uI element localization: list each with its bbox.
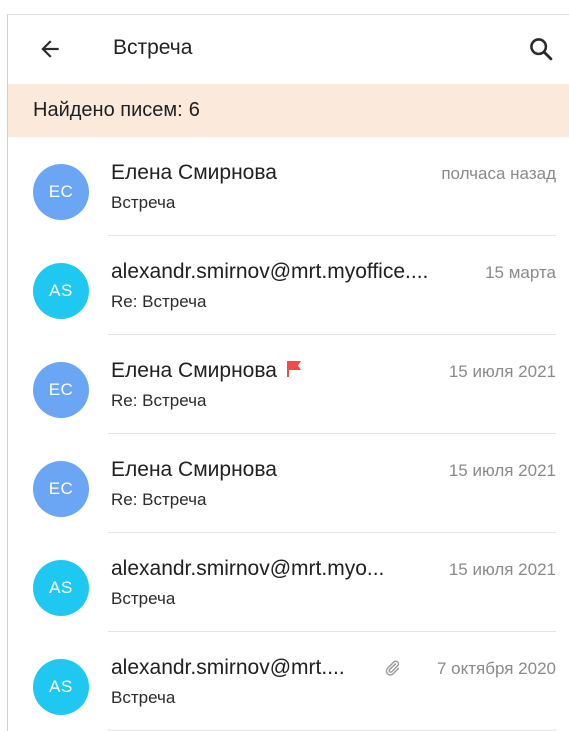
- avatar: ЕС: [33, 461, 89, 517]
- message-row[interactable]: ЕС Елена Смирнова Re: Встреча 15 июля 2021: [8, 434, 569, 533]
- sender-name: Елена Смирнова: [111, 161, 277, 185]
- arrow-left-icon: [41, 40, 59, 58]
- message-row[interactable]: AS alexandr.smirnov@mrt.... Встреча 7 октяб…: [8, 632, 569, 731]
- sender-name: alexandr.smirnov@mrt....: [111, 656, 345, 680]
- sender-name-text: Елена Смирнова: [111, 161, 277, 184]
- message-list: ЕС Елена Смирнова Встреча полчаса назад AS al…: [8, 137, 569, 731]
- message-date: 7 октября 2020: [437, 659, 556, 678]
- message-subject: Встреча: [111, 589, 176, 608]
- message-subject: Re: Встреча: [111, 292, 207, 311]
- message-subject: Встреча: [111, 688, 176, 707]
- avatar: AS: [33, 263, 89, 319]
- search-button[interactable]: [523, 31, 559, 67]
- message-row[interactable]: AS alexandr.smirnov@mrt.myoffice.... Re: В…: [8, 236, 569, 335]
- page-title: Встреча: [113, 36, 193, 59]
- message-date: 15 июля 2021: [448, 461, 556, 480]
- message-subject: Встреча: [111, 193, 176, 212]
- avatar: ЕС: [33, 362, 89, 418]
- avatar: AS: [33, 659, 89, 715]
- paperclip-icon: [385, 660, 400, 676]
- message-date: 15 июля 2021: [448, 362, 556, 381]
- sender-name: Елена Смирнова: [111, 359, 303, 383]
- search-icon: [530, 38, 553, 61]
- sender-name-text: Елена Смирнова: [111, 359, 277, 382]
- results-count-value: 6: [188, 99, 200, 121]
- sender-name-text: alexandr.smirnov@mrt.myoffice....: [111, 260, 429, 283]
- avatar: AS: [33, 560, 89, 616]
- app-bar: Встреча: [8, 15, 569, 84]
- sender-name: Елена Смирнова: [111, 458, 277, 482]
- results-count-label: Найдено писем:: [33, 99, 183, 121]
- sender-name: alexandr.smirnov@mrt.myo...: [111, 557, 384, 581]
- message-row[interactable]: ЕС Елена Смирнова Re: Встреча 15 июля 2021: [8, 335, 569, 434]
- message-row[interactable]: AS alexandr.smirnov@mrt.myo... Встреча 15 и…: [8, 533, 569, 632]
- sender-name-text: alexandr.smirnov@mrt.myo...: [111, 557, 385, 580]
- message-date: 15 марта: [485, 263, 556, 282]
- back-button[interactable]: [32, 31, 68, 67]
- message-subject: Re: Встреча: [111, 490, 207, 509]
- sender-name: alexandr.smirnov@mrt.myoffice....: [111, 260, 428, 284]
- message-date: полчаса назад: [441, 164, 556, 183]
- message-row[interactable]: ЕС Елена Смирнова Встреча полчаса назад: [8, 137, 569, 236]
- flag-icon: [286, 361, 301, 378]
- sender-name-text: alexandr.smirnov@mrt....: [111, 656, 345, 679]
- avatar: ЕС: [33, 164, 89, 220]
- message-subject: Re: Встреча: [111, 391, 207, 410]
- sender-name-text: Елена Смирнова: [111, 458, 277, 481]
- mail-search-screen: Встреча Найдено писем: 6 ЕС Елена Смирнов…: [8, 15, 569, 731]
- message-date: 15 июля 2021: [448, 560, 556, 579]
- results-count-banner: Найдено писем: 6: [8, 84, 569, 137]
